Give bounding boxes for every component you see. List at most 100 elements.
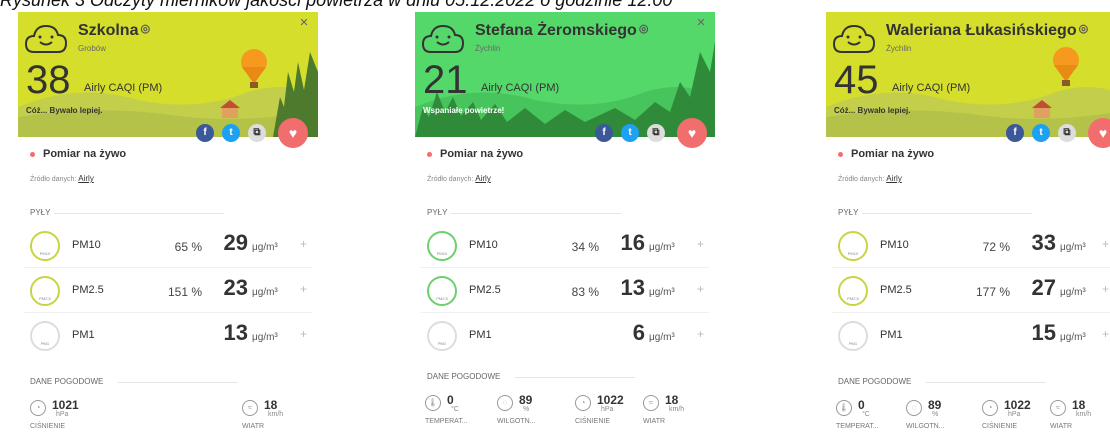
pm-percent: 151 % xyxy=(167,285,202,299)
station-city: Żychlin xyxy=(886,44,912,53)
expand-icon[interactable]: + xyxy=(697,282,704,296)
weather-label: CIŚNIENIE xyxy=(30,423,66,430)
pm-percent: 177 % xyxy=(975,285,1010,299)
pm-section-label: PYŁY xyxy=(30,208,51,217)
weather-label: WIATR xyxy=(1050,423,1073,430)
pm10-icon: PM10 xyxy=(427,231,457,261)
row-divider xyxy=(832,267,1110,268)
pm-row-pm25[interactable]: PM2.5 PM2.5 177 % 27 μg/m³ + xyxy=(832,275,1110,307)
pm-name: PM10 xyxy=(880,239,909,251)
data-source: Źródło danych: Airly xyxy=(30,174,94,183)
aqi-value: 21 xyxy=(423,58,468,102)
live-dot-icon xyxy=(30,151,35,157)
expand-icon[interactable]: + xyxy=(1102,327,1109,341)
cloud-icon xyxy=(24,24,68,53)
weather-unit: °C xyxy=(862,411,870,418)
pm-name: PM2.5 xyxy=(880,284,912,296)
pm-circle-text: PM2.5 xyxy=(436,296,448,301)
pm-row-pm1[interactable]: PM1 PM1 13 μg/m³ + xyxy=(24,320,314,352)
pm-section-label: PYŁY xyxy=(427,208,448,217)
pm1-icon: PM1 xyxy=(838,321,868,351)
close-icon[interactable]: × xyxy=(296,14,312,31)
weather-unit: °C xyxy=(451,406,459,413)
source-link[interactable]: Airly xyxy=(78,174,94,183)
wind-icon: ≈ xyxy=(242,400,258,416)
pm-name: PM1 xyxy=(72,329,95,341)
pm-name: PM1 xyxy=(469,329,492,341)
copy-link-icon[interactable]: ⧉ xyxy=(647,124,665,142)
weather-label: CIŚNIENIE xyxy=(575,418,611,425)
station-card-szkolna: Szkolna ◎ Grobów 38 Airly CAQI (PM) Cóż..… xyxy=(18,12,318,432)
weather-wind: ≈ 18 km/h WIATR xyxy=(242,398,312,432)
expand-icon[interactable]: + xyxy=(697,237,704,251)
twitter-share-icon[interactable]: t xyxy=(222,124,240,142)
pm1-icon: PM1 xyxy=(30,321,60,351)
section-divider xyxy=(451,213,621,214)
weather-unit: km/h xyxy=(1076,411,1092,418)
pm-value: 33 xyxy=(1031,230,1056,255)
pm-name: PM10 xyxy=(469,239,498,251)
twitter-share-icon[interactable]: t xyxy=(1032,124,1050,142)
station-name: Szkolna ◎ xyxy=(78,22,150,40)
humidity-icon: ◌ xyxy=(497,395,513,411)
gauge-icon: ◔ xyxy=(30,400,46,416)
expand-icon[interactable]: + xyxy=(1102,282,1109,296)
pm-percent: 65 % xyxy=(174,240,202,254)
facebook-share-icon[interactable]: f xyxy=(196,124,214,142)
expand-icon[interactable]: + xyxy=(300,327,307,341)
live-dot-icon xyxy=(838,151,843,157)
weather-value: 89 xyxy=(928,398,942,412)
pm-value: 13 xyxy=(223,320,248,345)
weather-label: WILGOTN... xyxy=(497,418,536,425)
expand-icon[interactable]: + xyxy=(697,327,704,341)
copy-link-icon[interactable]: ⧉ xyxy=(1058,124,1076,142)
pm-name: PM1 xyxy=(880,329,903,341)
pm-row-pm10[interactable]: PM10 PM10 34 % 16 μg/m³ + xyxy=(421,230,711,262)
pm-unit: μg/m³ xyxy=(1060,242,1086,253)
live-text: Pomiar na żywo xyxy=(43,148,127,160)
humidity-icon: ◌ xyxy=(906,400,922,416)
pm-name: PM2.5 xyxy=(469,284,501,296)
pm-circle-text: PM1 xyxy=(848,341,858,346)
pm-unit: μg/m³ xyxy=(649,332,675,343)
pm-row-pm25[interactable]: PM2.5 PM2.5 151 % 23 μg/m³ + xyxy=(24,275,314,307)
expand-icon[interactable]: + xyxy=(1102,237,1109,251)
live-dot-icon xyxy=(427,151,432,157)
close-icon[interactable]: × xyxy=(693,14,709,31)
weather-value: 1021 xyxy=(52,398,79,412)
row-divider xyxy=(24,312,312,313)
favorite-button[interactable]: ♥ xyxy=(278,118,308,148)
station-header: Stefana Żeromskiego ◎ Żychlin 21 Airly CA… xyxy=(415,12,715,137)
weather-label: WIATR xyxy=(242,423,265,430)
live-text: Pomiar na żywo xyxy=(851,148,935,160)
source-link[interactable]: Airly xyxy=(475,174,491,183)
pm-row-pm1[interactable]: PM1 PM1 15 μg/m³ + xyxy=(832,320,1110,352)
copy-link-icon[interactable]: ⧉ xyxy=(248,124,266,142)
pm-row-pm25[interactable]: PM2.5 PM2.5 83 % 13 μg/m³ + xyxy=(421,275,711,307)
weather-humidity: ◌ 89 % WILGOTN... xyxy=(906,398,968,432)
weather-pressure: ◔ 1022 hPa CIŚNIENIE xyxy=(575,393,637,432)
source-link[interactable]: Airly xyxy=(886,174,902,183)
station-header: Szkolna ◎ Grobów 38 Airly CAQI (PM) Cóż..… xyxy=(18,12,318,137)
pm25-icon: PM2.5 xyxy=(427,276,457,306)
weather-label: CIŚNIENIE xyxy=(982,423,1018,430)
thermometer-icon: 🌡 xyxy=(425,395,441,411)
favorite-button[interactable]: ♥ xyxy=(677,118,707,148)
pm-unit: μg/m³ xyxy=(1060,332,1086,343)
pm-row-pm1[interactable]: PM1 PM1 6 μg/m³ + xyxy=(421,320,711,352)
weather-label: TEMPERAT... xyxy=(836,423,879,430)
aqi-value: 38 xyxy=(26,58,71,102)
facebook-share-icon[interactable]: f xyxy=(1006,124,1024,142)
aqi-label: Airly CAQI (PM) xyxy=(481,82,560,94)
weather-unit: hPa xyxy=(601,406,614,413)
twitter-share-icon[interactable]: t xyxy=(621,124,639,142)
expand-icon[interactable]: + xyxy=(300,237,307,251)
pm-row-pm10[interactable]: PM10 PM10 72 % 33 μg/m³ + xyxy=(832,230,1110,262)
facebook-share-icon[interactable]: f xyxy=(595,124,613,142)
weather-value: 0 xyxy=(447,393,454,407)
expand-icon[interactable]: + xyxy=(300,282,307,296)
pm-row-pm10[interactable]: PM10 PM10 65 % 29 μg/m³ + xyxy=(24,230,314,262)
favorite-button[interactable]: ♥ xyxy=(1088,118,1110,148)
weather-label: WIATR xyxy=(643,418,666,425)
source-prefix: Źródło danych: xyxy=(30,176,77,183)
